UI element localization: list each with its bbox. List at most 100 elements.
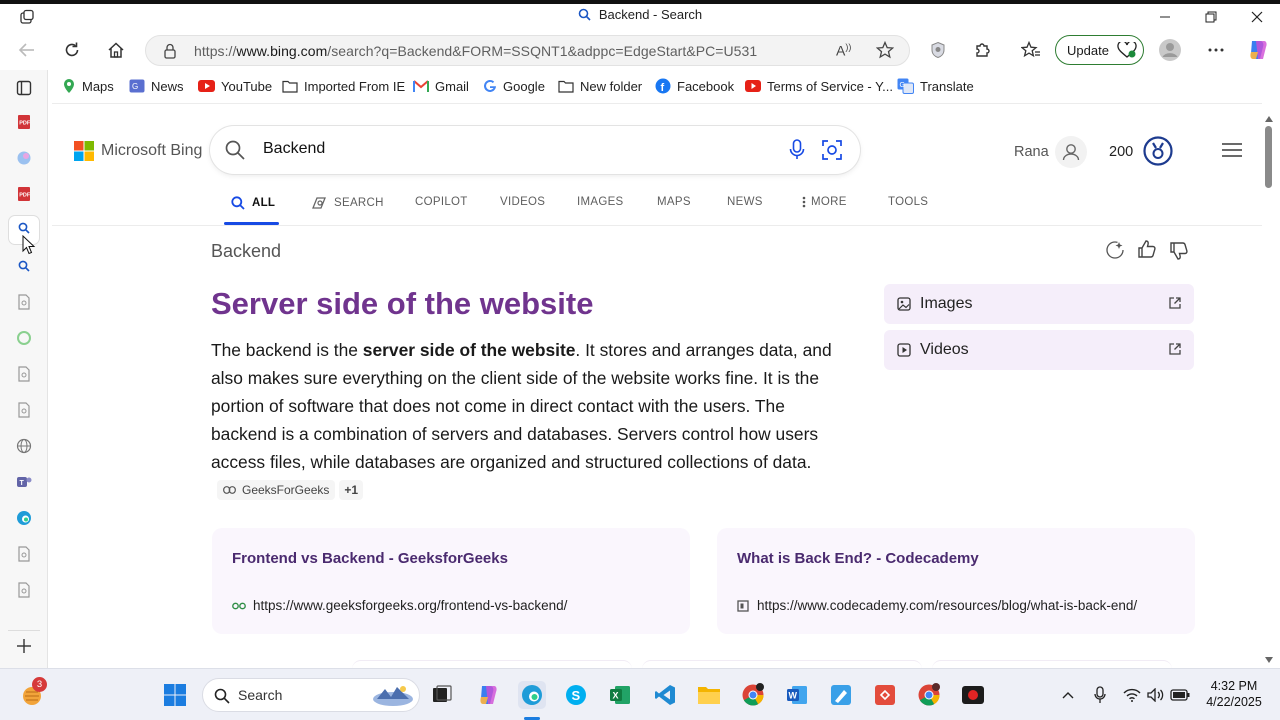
bing-logo[interactable]: Microsoft Bing xyxy=(74,141,202,161)
scrollbar-thumb[interactable] xyxy=(1265,126,1272,188)
new-tab-plus-icon[interactable] xyxy=(9,632,39,660)
favorite-star-icon[interactable] xyxy=(875,40,895,64)
page-tab-icon[interactable] xyxy=(9,288,39,316)
citation-chip[interactable]: GeeksForGeeks xyxy=(217,480,336,500)
page-scrollbar[interactable] xyxy=(1262,108,1276,664)
show-hidden-icons-chevron-icon[interactable] xyxy=(1054,681,1082,709)
side-card-videos[interactable]: Videos xyxy=(884,330,1194,370)
favorite-news[interactable]: G News xyxy=(129,77,184,95)
result-url[interactable]: https://www.geeksforgeeks.org/frontend-v… xyxy=(232,598,567,613)
favorite-terms-of-service[interactable]: Terms of Service - Y... xyxy=(745,77,893,95)
favorite-translate[interactable]: G Translate xyxy=(897,77,974,95)
app-tab-icon[interactable] xyxy=(9,144,39,172)
scroll-down-arrow-icon[interactable] xyxy=(1264,651,1274,669)
favorite-gmail[interactable]: Gmail xyxy=(413,77,469,95)
close-button[interactable] xyxy=(1242,6,1272,28)
update-button[interactable]: Update xyxy=(1055,35,1144,65)
minimize-button[interactable] xyxy=(1150,6,1180,28)
result-title[interactable]: Frontend vs Backend - GeeksforGeeks xyxy=(232,550,508,567)
paint-app-icon[interactable] xyxy=(827,681,855,709)
page-tab-icon[interactable] xyxy=(9,396,39,424)
microphone-icon[interactable] xyxy=(789,139,805,166)
page-tab-icon[interactable] xyxy=(9,540,39,568)
more-options-icon[interactable] xyxy=(1201,36,1231,64)
favorite-facebook[interactable]: f Facebook xyxy=(655,77,734,95)
shield-extension-icon[interactable] xyxy=(923,36,953,64)
chrome-profile-app-icon[interactable] xyxy=(915,681,943,709)
bing-search-box[interactable]: Backend xyxy=(210,126,860,174)
task-view-icon[interactable] xyxy=(428,681,456,709)
taskbar-search-box[interactable]: Search xyxy=(202,678,420,712)
pdf-tab-icon[interactable]: PDF xyxy=(9,108,39,136)
restore-button[interactable] xyxy=(1196,6,1226,28)
file-explorer-app-icon[interactable] xyxy=(695,681,723,709)
result-card-geeksforgeeks[interactable]: Frontend vs Backend - GeeksforGeeks http… xyxy=(212,528,690,634)
screen-recorder-app-icon[interactable] xyxy=(959,681,987,709)
copilot-app-icon[interactable] xyxy=(474,681,502,709)
chrome-app-icon[interactable] xyxy=(739,681,767,709)
result-url[interactable]: https://www.codecademy.com/resources/blo… xyxy=(737,598,1137,613)
user-name[interactable]: Rana xyxy=(1014,144,1049,160)
nav-tab-images[interactable]: IMAGES xyxy=(577,196,624,208)
nav-tab-videos[interactable]: VIDEOS xyxy=(500,196,545,208)
nav-tab-more[interactable]: MORE xyxy=(802,196,847,208)
favorite-imported-from-ie[interactable]: Imported From IE xyxy=(282,77,405,95)
home-button[interactable] xyxy=(101,36,131,64)
rewards-medal-icon[interactable] xyxy=(1143,136,1173,171)
back-button[interactable] xyxy=(12,36,42,64)
nav-tab-copilot[interactable]: COPILOT xyxy=(415,196,468,208)
page-tab-icon[interactable] xyxy=(9,576,39,604)
favorite-new-folder[interactable]: New folder xyxy=(558,77,642,95)
widgets-weather-icon[interactable]: 3 xyxy=(18,677,47,709)
pdf-tab-icon[interactable]: PDF xyxy=(9,180,39,208)
favorites-icon[interactable] xyxy=(1016,36,1046,64)
thumbs-down-icon[interactable] xyxy=(1169,241,1189,266)
address-bar[interactable]: https://www.bing.com/search?q=Backend&FO… xyxy=(145,35,910,66)
user-avatar[interactable] xyxy=(1055,136,1087,173)
search-query-text[interactable]: Backend xyxy=(263,140,325,158)
tab-actions-icon[interactable] xyxy=(9,74,39,102)
side-card-images[interactable]: Images xyxy=(884,284,1194,324)
skype-app-icon[interactable]: S xyxy=(562,681,590,709)
notification-badge: 3 xyxy=(32,677,47,692)
edge-tab-icon[interactable] xyxy=(9,504,39,532)
extensions-icon[interactable] xyxy=(967,36,997,64)
start-button[interactable] xyxy=(161,681,189,709)
profile-avatar[interactable] xyxy=(1155,36,1185,64)
vscode-app-icon[interactable] xyxy=(651,681,679,709)
copilot-icon[interactable] xyxy=(1243,36,1273,64)
favorite-google[interactable]: Google xyxy=(483,77,545,95)
microphone-tray-icon[interactable] xyxy=(1086,681,1114,709)
page-tab-icon[interactable] xyxy=(9,360,39,388)
battery-charging-icon[interactable] xyxy=(1166,681,1194,709)
result-card-codecademy[interactable]: What is Back End? - Codecademy https://w… xyxy=(717,528,1195,634)
copilot-sparkle-icon[interactable] xyxy=(1105,240,1125,265)
git-app-icon[interactable] xyxy=(871,681,899,709)
favorite-youtube[interactable]: YouTube xyxy=(198,77,272,95)
nav-tab-tools[interactable]: TOOLS xyxy=(888,196,928,208)
refresh-button[interactable] xyxy=(57,36,87,64)
nav-tab-all[interactable]: ALL xyxy=(231,196,275,210)
thumbs-up-icon[interactable] xyxy=(1137,239,1157,264)
visual-search-icon[interactable] xyxy=(821,139,843,166)
rewards-points[interactable]: 200 xyxy=(1109,144,1133,160)
svg-text:W: W xyxy=(789,691,798,701)
nav-tab-search[interactable]: SEARCH xyxy=(311,196,384,210)
search-tab-icon[interactable] xyxy=(9,252,39,280)
read-aloud-icon[interactable]: A)) xyxy=(836,42,851,59)
more-citations-chip[interactable]: +1 xyxy=(339,480,364,500)
result-title[interactable]: What is Back End? - Codecademy xyxy=(737,550,979,567)
url-text[interactable]: https://www.bing.com/search?q=Backend&FO… xyxy=(194,43,757,59)
teams-tab-icon[interactable]: T xyxy=(9,468,39,496)
lock-icon[interactable] xyxy=(163,43,177,64)
nav-tab-news[interactable]: NEWS xyxy=(727,196,763,208)
globe-tab-icon[interactable] xyxy=(9,432,39,460)
word-app-icon[interactable]: W xyxy=(783,681,811,709)
excel-app-icon[interactable]: X xyxy=(606,681,634,709)
edge-app-icon[interactable] xyxy=(518,681,546,709)
hamburger-menu-icon[interactable] xyxy=(1221,142,1243,163)
system-clock[interactable]: 4:32 PM 4/22/2025 xyxy=(1195,678,1273,710)
loading-tab-icon[interactable] xyxy=(9,324,39,352)
favorite-maps[interactable]: Maps xyxy=(62,77,114,95)
nav-tab-maps[interactable]: MAPS xyxy=(657,196,691,208)
